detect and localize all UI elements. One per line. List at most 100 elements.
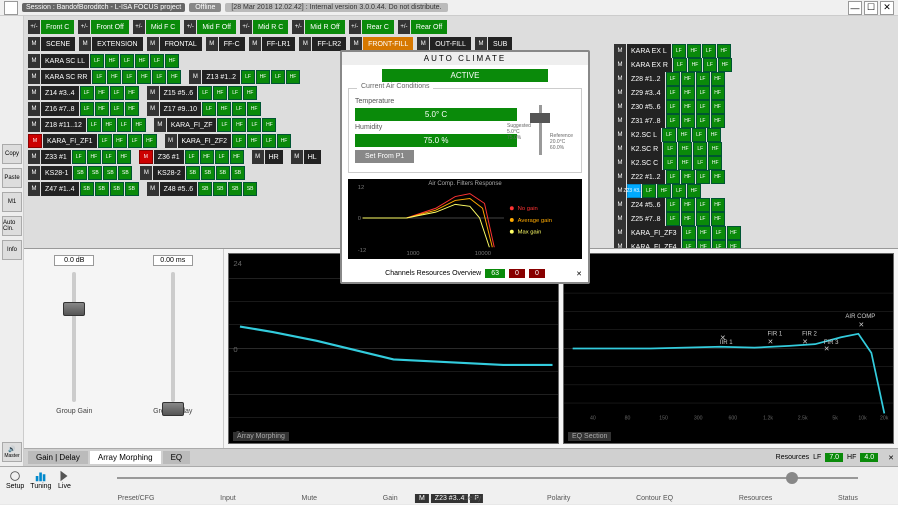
mute-toggle[interactable]: M	[28, 102, 40, 116]
channel-cell[interactable]: LF	[122, 70, 136, 84]
channel-cell[interactable]: SB	[186, 166, 200, 180]
channel-cell[interactable]: HF	[711, 170, 725, 184]
speaker-group[interactable]: MZ25 #7..8LFHFLFHF	[614, 212, 888, 226]
group-name[interactable]: Z13 #1..2	[202, 70, 240, 84]
channel-cell[interactable]: LF	[90, 54, 104, 68]
zone-toggle[interactable]: +/-	[398, 20, 410, 34]
mute-toggle[interactable]: M	[614, 44, 626, 58]
channel-cell[interactable]: HF	[711, 114, 725, 128]
channel-cell[interactable]: HF	[95, 86, 109, 100]
channel-cell[interactable]: LF	[80, 102, 94, 116]
set-from-p1-button[interactable]: Set From P1	[355, 150, 414, 163]
group-name[interactable]: KARA SC LL	[41, 54, 89, 68]
speaker-group[interactable]: MZ28 #1..2LFHFLFHF	[614, 72, 888, 86]
close-button[interactable]: ✕	[880, 1, 894, 15]
channel-cell[interactable]: LF	[696, 72, 710, 86]
channel-cell[interactable]: HF	[105, 54, 119, 68]
zone-button[interactable]: Mid R C	[253, 20, 288, 34]
mute-toggle[interactable]: M	[614, 170, 626, 184]
group-name[interactable]: Z30 #5..6	[627, 100, 665, 114]
channel-cell[interactable]: HF	[708, 156, 722, 170]
channel-cell[interactable]: LF	[693, 142, 707, 156]
channel-cell[interactable]: LF	[152, 70, 166, 84]
mute-toggle[interactable]: M	[252, 150, 264, 164]
channel-cell[interactable]: LF	[666, 72, 680, 86]
speaker-group[interactable]: MKARA_FI_ZF2LFHFLFHF	[165, 134, 292, 148]
scene-button[interactable]: OUT-FILL	[430, 37, 471, 51]
group-name[interactable]: KS28-2	[153, 166, 184, 180]
channel-cell[interactable]: LF	[703, 58, 717, 72]
channel-cell[interactable]: HF	[213, 86, 227, 100]
workflow-step[interactable]: Contour EQ	[636, 495, 673, 502]
speaker-group[interactable]: MHL	[291, 150, 321, 164]
mute-toggle[interactable]: M	[154, 118, 166, 132]
speaker-group[interactable]: MZ14 #3..4LFHFLFHF	[28, 86, 139, 100]
group-name[interactable]: Z24 #5..6	[627, 198, 665, 212]
channel-cell[interactable]: SB	[125, 182, 139, 196]
auto-climate-button[interactable]: Auto Cln.	[2, 216, 22, 236]
channel-cell[interactable]: SB	[198, 182, 212, 196]
mute-toggle[interactable]: M	[28, 150, 40, 164]
scene-toggle[interactable]: M	[79, 37, 91, 51]
group-name[interactable]: KARA_FI_ZF4	[627, 240, 681, 248]
channel-cell[interactable]: LF	[696, 114, 710, 128]
speaker-group[interactable]: MZ22 #1..2LFHFLFHF	[614, 170, 888, 184]
channel-cell[interactable]: HF	[286, 70, 300, 84]
speaker-group[interactable]: MK2.SC RLFHFLFHF	[614, 142, 888, 156]
channel-cell[interactable]: HF	[678, 156, 692, 170]
speaker-group[interactable]: MZ47 #1..4SBSBSBSB	[28, 182, 139, 196]
speaker-group[interactable]: MKS28-2SBSBSBSB	[140, 166, 244, 180]
speaker-group[interactable]: MZ15 #5..6LFHFLFHF	[147, 86, 258, 100]
group-name[interactable]: Z14 #3..4	[41, 86, 79, 100]
channel-cell[interactable]: LF	[247, 118, 261, 132]
channel-cell[interactable]: LF	[666, 170, 680, 184]
speaker-group[interactable]: MKARA_FI_ZF1LFHFLFHF	[28, 134, 157, 148]
maximize-button[interactable]: ☐	[864, 1, 878, 15]
scene-toggle[interactable]: M	[147, 37, 159, 51]
group-name[interactable]: KS28-1	[41, 166, 72, 180]
channel-cell[interactable]: LF	[271, 70, 285, 84]
channel-cell[interactable]: SB	[73, 166, 87, 180]
mute-toggle[interactable]: M	[147, 182, 159, 196]
zone-toggle[interactable]: +/-	[184, 20, 196, 34]
speaker-group[interactable]: MZ24 #5..6LFHFLFHF	[614, 198, 888, 212]
group-name[interactable]: KARA_FI_ZF	[167, 118, 217, 132]
workflow-step[interactable]: Polarity	[547, 495, 570, 502]
speaker-group[interactable]: MZ13 #1..2LFHFLFHF	[189, 70, 300, 84]
zone-button[interactable]: Front C	[41, 20, 74, 34]
zone-button[interactable]: Rear Off	[411, 20, 447, 34]
speaker-group[interactable]: MZ18 #11..12LFHFLFHF	[28, 118, 146, 132]
channel-cell[interactable]: LF	[198, 86, 212, 100]
workflow-step[interactable]: Delay	[463, 495, 481, 502]
channel-cell[interactable]: LF	[712, 240, 726, 248]
channel-cell[interactable]: HF	[113, 134, 127, 148]
mute-toggle[interactable]: M	[147, 86, 159, 100]
channel-cell[interactable]: SB	[88, 166, 102, 180]
scene-button[interactable]: FRONT-FILL	[363, 37, 413, 51]
group-name[interactable]: K2.SC L	[627, 128, 661, 142]
speaker-group[interactable]: MKARA SC LLLFHFLFHFLFHF	[28, 54, 179, 68]
channel-cell[interactable]: LF	[202, 102, 216, 116]
channel-cell[interactable]: SB	[243, 182, 257, 196]
mute-toggle[interactable]: M	[614, 142, 626, 156]
channel-cell[interactable]: LF	[241, 70, 255, 84]
info-button[interactable]: Info	[2, 240, 22, 260]
mute-toggle[interactable]: M	[28, 166, 40, 180]
channel-cell[interactable]: HF	[200, 150, 214, 164]
channel-cell[interactable]: LF	[232, 102, 246, 116]
channel-cell[interactable]: LF	[702, 44, 716, 58]
speaker-group[interactable]: MK2.SC LLFHFLFHF	[614, 128, 888, 142]
channel-cell[interactable]: HF	[230, 150, 244, 164]
master-button[interactable]: 🔊Master	[2, 442, 22, 462]
group-name[interactable]: Z23 #3..4	[627, 184, 641, 198]
mute-toggle[interactable]: M	[28, 134, 42, 148]
close-panel-icon[interactable]: ✕	[888, 454, 894, 462]
channel-cell[interactable]: SB	[110, 182, 124, 196]
channel-cell[interactable]: SB	[95, 182, 109, 196]
zone-button[interactable]: Mid R Off	[305, 20, 344, 34]
speaker-group[interactable]: MZ36 #1LFHFLFHF	[139, 150, 244, 164]
channel-cell[interactable]: LF	[642, 184, 656, 198]
speaker-group[interactable]: MZ16 #7..8LFHFLFHF	[28, 102, 139, 116]
zone-button[interactable]: Mid F C	[146, 20, 181, 34]
mute-toggle[interactable]: M	[614, 240, 626, 248]
